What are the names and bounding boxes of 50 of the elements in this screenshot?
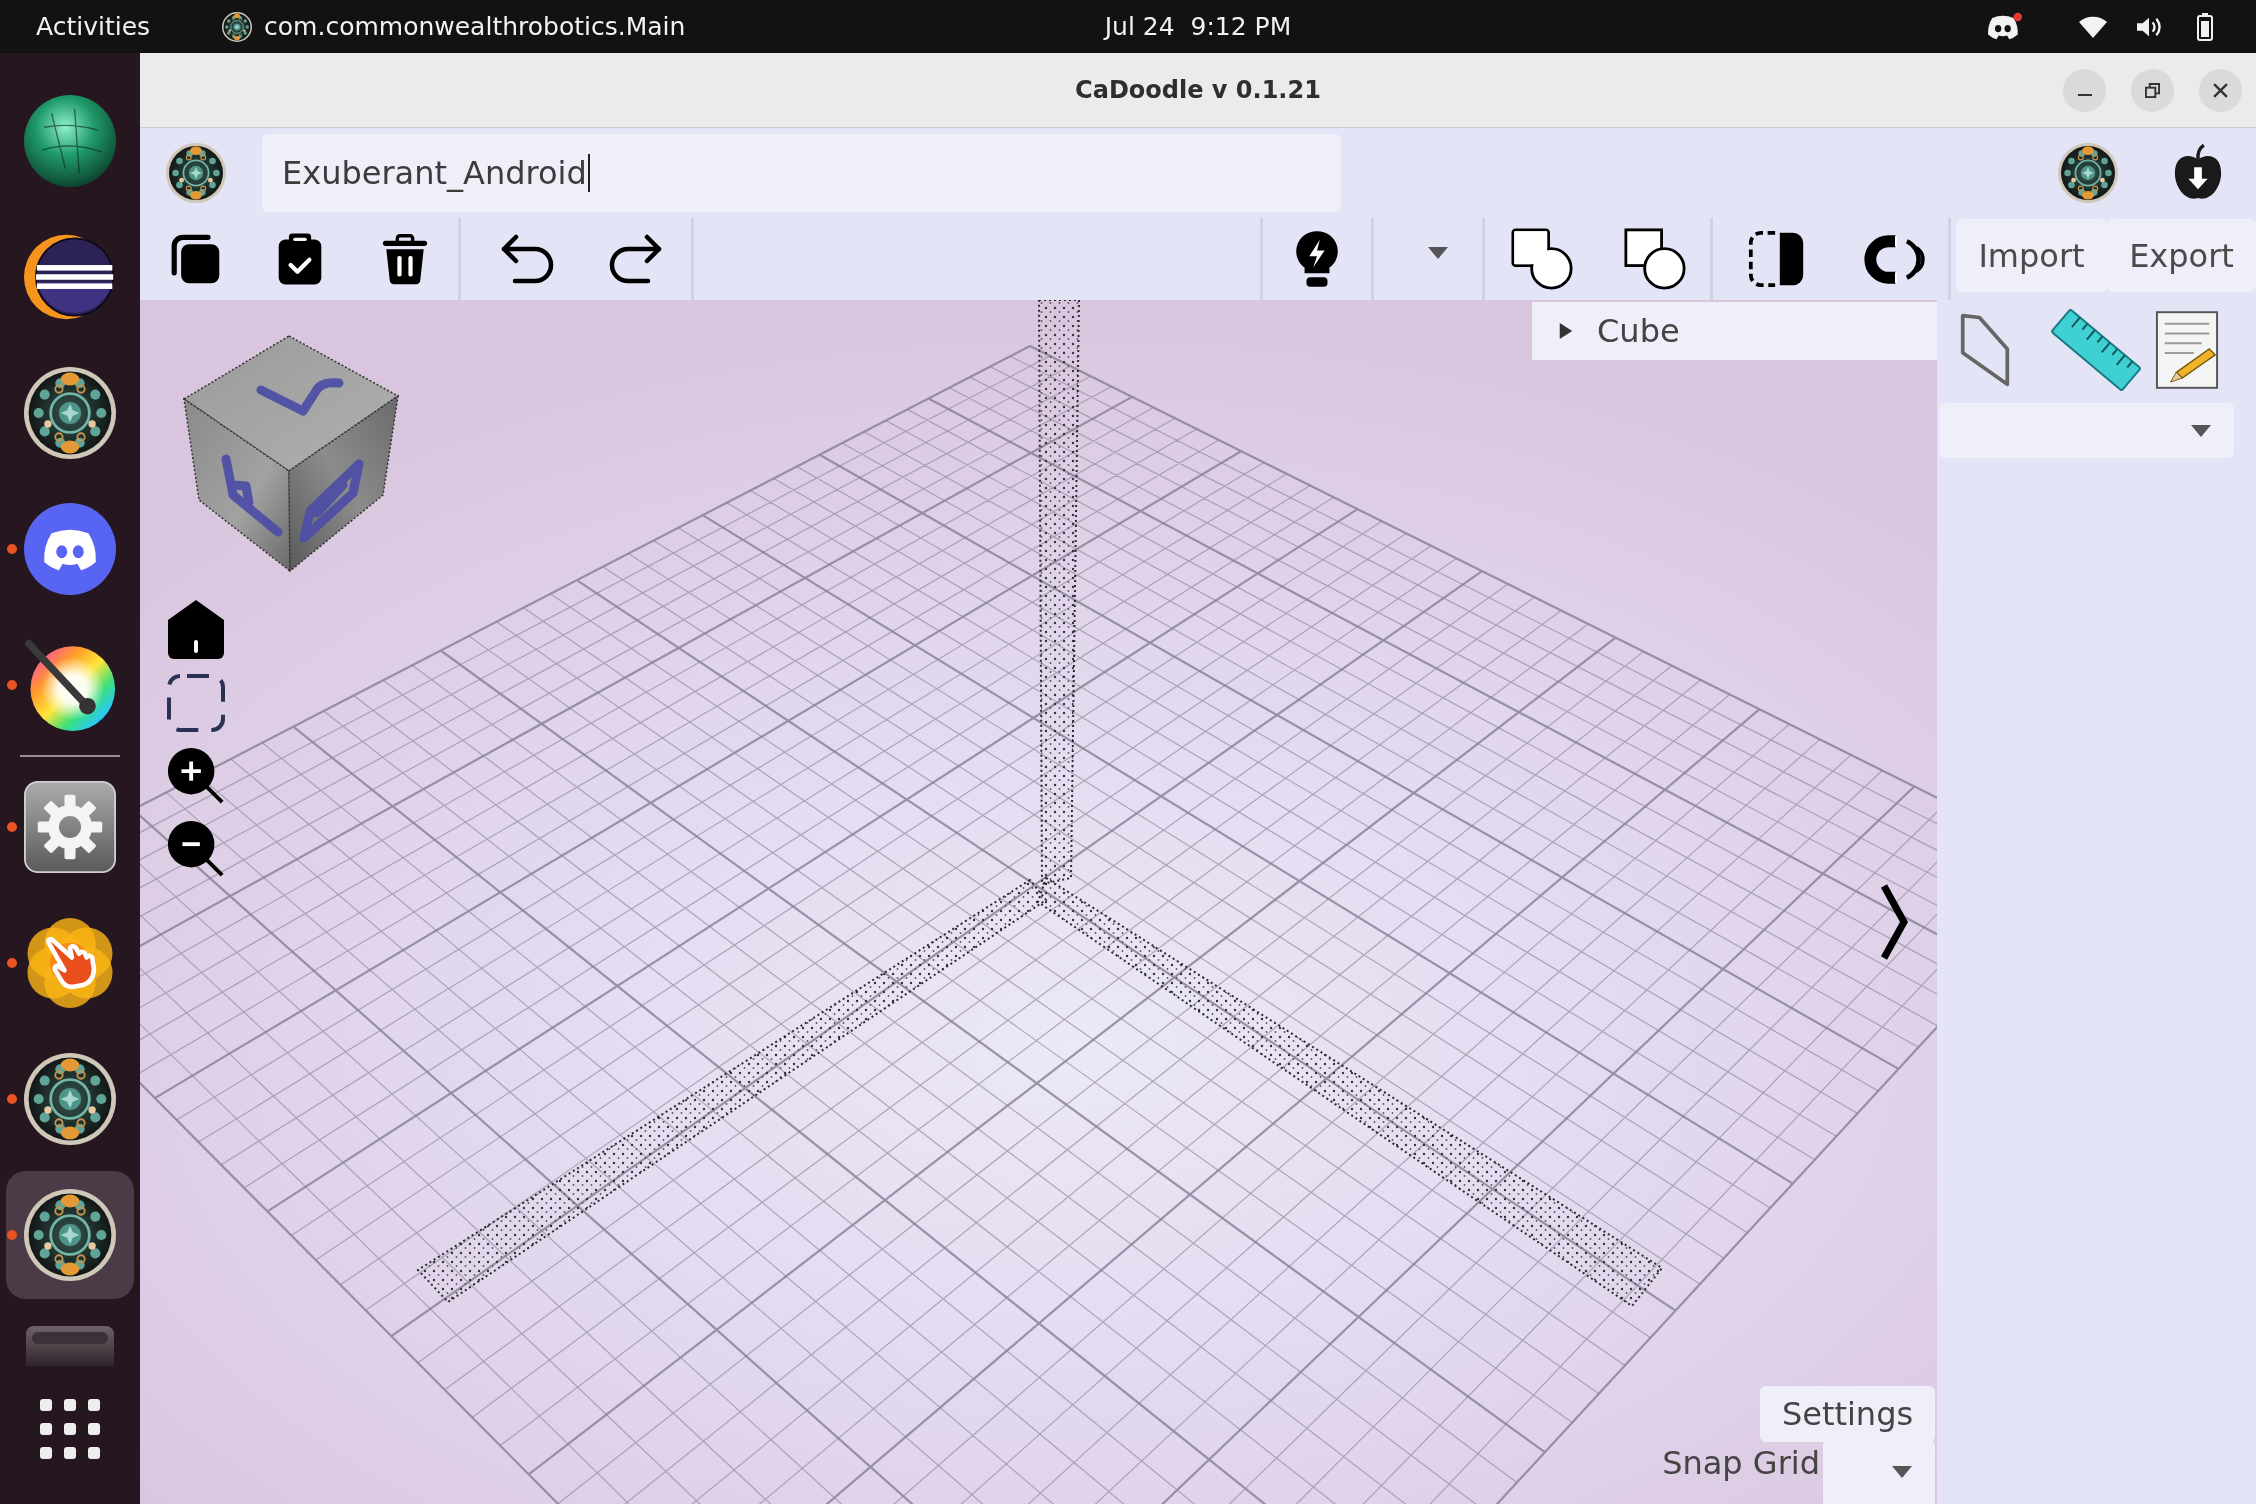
mandala-icon (24, 1189, 116, 1281)
round-emblem-icon (24, 95, 116, 187)
fit-view-icon[interactable] (166, 673, 226, 733)
color-wheel-brush-icon (24, 639, 116, 731)
mandala-icon[interactable] (2058, 143, 2118, 203)
game-controller-icon (24, 503, 116, 595)
clock[interactable]: Jul 24 9:12 PM (964, 12, 1292, 41)
square-circle-union-icon[interactable] (1511, 228, 1573, 290)
game-controller-icon[interactable] (1987, 11, 2022, 42)
battery-icon[interactable] (2197, 12, 2213, 41)
apps-grid-icon[interactable] (40, 1399, 100, 1459)
dock-item[interactable] (6, 1171, 134, 1299)
caret-icon (1892, 1465, 1912, 1478)
snap-grid-label: Snap Grid (1662, 1444, 1820, 1482)
app-menu[interactable]: com.commonwealthrobotics.Main (264, 12, 686, 41)
chevron-right-icon[interactable] (1879, 882, 1909, 962)
settings-button[interactable]: Settings (1760, 1386, 1935, 1442)
home-icon[interactable] (166, 598, 226, 660)
mandala-icon (24, 367, 116, 459)
minimize-icon (2077, 94, 2092, 96)
lightbulb-icon[interactable] (1295, 229, 1339, 289)
caret-icon[interactable] (1428, 247, 1448, 259)
toolbar-button[interactable]: Import (1956, 219, 2107, 292)
magnet-icon[interactable] (1862, 232, 1927, 286)
caret-icon (2191, 424, 2211, 437)
project-name-field[interactable]: Exuberant_Android (262, 134, 1341, 212)
zoom-in-icon[interactable] (166, 746, 226, 806)
zoom-out-icon[interactable] (166, 819, 226, 879)
square-circle-overlap-icon[interactable] (1623, 228, 1686, 290)
close-icon (2213, 82, 2228, 98)
parallelogram-icon[interactable] (1959, 311, 2011, 389)
trash-icon[interactable] (381, 233, 428, 285)
clipboard-check-icon[interactable] (276, 232, 323, 286)
mandala-icon[interactable] (166, 143, 226, 203)
restore-icon (2145, 82, 2160, 98)
tree-item[interactable]: Cube (1532, 302, 1937, 360)
view-cube[interactable] (183, 335, 399, 573)
settings-icon (24, 781, 116, 873)
close-button[interactable] (2199, 68, 2242, 112)
maximize-button[interactable] (2131, 68, 2174, 112)
activities-button[interactable]: Activities (36, 12, 151, 41)
caret-icon[interactable] (1558, 323, 1574, 339)
wifi-icon[interactable] (2078, 14, 2108, 39)
mandala-icon (24, 1053, 116, 1145)
mirror-icon[interactable] (1748, 230, 1806, 288)
drive-icon[interactable] (24, 1324, 116, 1366)
toolbar-button[interactable]: Export (2107, 219, 2256, 292)
mandala-icon (222, 11, 253, 42)
window-title: CaDoodle v 0.1.21 (1075, 76, 1321, 104)
notepad-pencil-icon[interactable] (2155, 310, 2219, 390)
